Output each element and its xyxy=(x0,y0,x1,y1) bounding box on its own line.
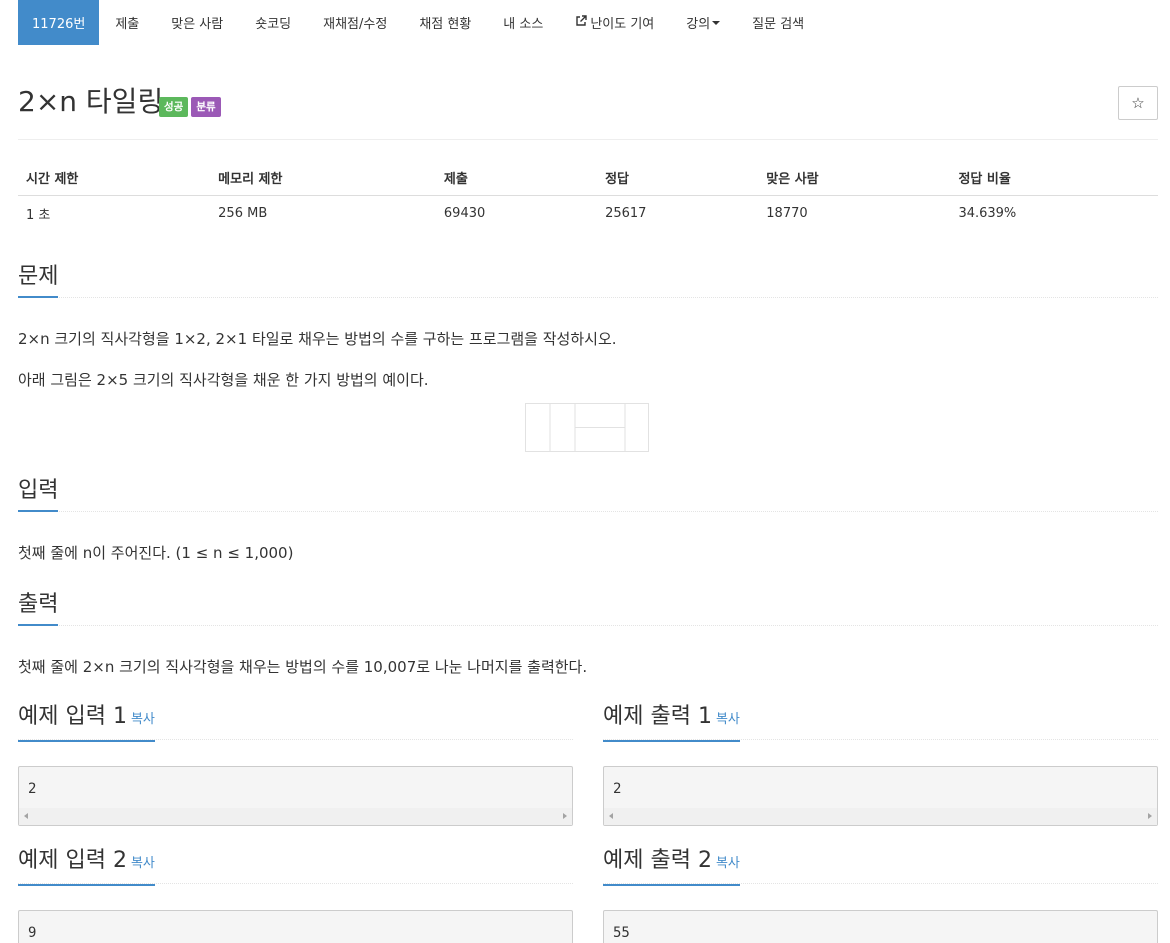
tab-submit[interactable]: 제출 xyxy=(99,0,155,45)
sample-output-1-heading: 예제 출력 1 복사 xyxy=(603,700,1158,742)
tab-question-search[interactable]: 질문 검색 xyxy=(736,0,820,45)
header-time-limit: 시간 제한 xyxy=(18,160,211,196)
horizontal-scrollbar[interactable] xyxy=(604,808,1157,825)
caret-down-icon xyxy=(712,20,721,25)
input-section-heading: 입력 xyxy=(18,476,1158,512)
sample-title: 예제 출력 1 xyxy=(603,704,712,729)
sample-output-value: 2 xyxy=(613,781,622,797)
tab-status[interactable]: 채점 현황 xyxy=(403,0,487,45)
tab-my-source[interactable]: 내 소스 xyxy=(487,0,559,45)
scroll-left-icon[interactable] xyxy=(609,813,613,819)
copy-button[interactable]: 복사 xyxy=(131,712,155,727)
tab-label: 제출 xyxy=(115,17,140,32)
section-title: 출력 xyxy=(18,590,59,626)
solved-users-value: 18770 xyxy=(766,206,808,222)
sample-input-2-box[interactable]: 9 xyxy=(18,910,573,943)
submissions-value: 69430 xyxy=(443,206,486,222)
time-limit-value: 1 초 xyxy=(26,208,51,224)
sample-input-2-heading: 예제 입력 2 복사 xyxy=(18,844,573,886)
tab-label: 난이도 기여 xyxy=(590,17,655,32)
tab-label: 채점 현황 xyxy=(419,17,472,32)
output-section-heading: 출력 xyxy=(18,590,1158,626)
header-solved-users: 맞은 사람 xyxy=(758,160,951,196)
sample-input-value: 9 xyxy=(28,925,37,941)
horizontal-scrollbar[interactable] xyxy=(19,808,572,825)
problem-menu-tabs: 11726번 제출 맞은 사람 숏코딩 재채점/수정 채점 현황 내 소스 난이… xyxy=(18,0,820,45)
tab-label: 질문 검색 xyxy=(752,17,805,32)
tab-short-coding[interactable]: 숏코딩 xyxy=(239,0,307,45)
section-title: 문제 xyxy=(18,262,59,298)
sample-input-value: 2 xyxy=(28,781,37,797)
success-badge: 성공 xyxy=(159,97,189,117)
header-accepted: 정답 xyxy=(597,160,759,196)
page-title: 2×n 타일링 xyxy=(18,85,164,118)
sample-title: 예제 입력 2 xyxy=(18,848,127,873)
tab-label: 숏코딩 xyxy=(255,17,292,32)
sample-output-value: 55 xyxy=(613,925,630,941)
header-accept-ratio: 정답 비율 xyxy=(950,160,1158,196)
scroll-right-icon[interactable] xyxy=(1148,813,1152,819)
sample-output-2-box[interactable]: 55 xyxy=(603,910,1158,943)
accepted-value: 25617 xyxy=(605,206,647,222)
sample-title: 예제 입력 1 xyxy=(18,704,127,729)
memory-limit-value: 256 MB xyxy=(218,206,268,222)
scroll-left-icon[interactable] xyxy=(24,813,28,819)
sample-title: 예제 출력 2 xyxy=(603,848,712,873)
tab-label: 내 소스 xyxy=(503,17,544,32)
tab-label: 11726번 xyxy=(32,17,86,32)
tab-label: 맞은 사람 xyxy=(171,17,224,32)
tab-difficulty[interactable]: 난이도 기여 xyxy=(559,0,670,45)
tab-problem-number[interactable]: 11726번 xyxy=(18,0,100,45)
problem-description-line-1: 2×n 크기의 직사각형을 1×2, 2×1 타일로 채우는 방법의 수를 구하… xyxy=(18,330,617,348)
header-submissions: 제출 xyxy=(435,160,598,196)
star-icon: ☆ xyxy=(1131,94,1145,112)
input-description: 첫째 줄에 n이 주어진다. (1 ≤ n ≤ 1,000) xyxy=(18,544,294,562)
tab-accepted-users[interactable]: 맞은 사람 xyxy=(155,0,239,45)
tab-label: 재채점/수정 xyxy=(323,17,388,32)
table-row: 1 초 256 MB 69430 25617 18770 34.639% xyxy=(18,196,1158,232)
table-header-row: 시간 제한 메모리 제한 제출 정답 맞은 사람 정답 비율 xyxy=(18,160,1158,196)
favorite-star-button[interactable]: ☆ xyxy=(1118,86,1158,120)
copy-button[interactable]: 복사 xyxy=(716,712,740,727)
sample-input-1-heading: 예제 입력 1 복사 xyxy=(18,700,573,742)
problem-info-table: 시간 제한 메모리 제한 제출 정답 맞은 사람 정답 비율 1 초 256 M… xyxy=(18,160,1158,232)
problem-title-row: 2×n 타일링 성공 분류 ☆ xyxy=(18,84,1158,140)
problem-labels: 성공 분류 xyxy=(159,97,221,117)
problem-section-heading: 문제 xyxy=(18,262,1158,298)
problem-description-line-2: 아래 그림은 2×5 크기의 직사각형을 채운 한 가지 방법의 예이다. xyxy=(18,371,429,389)
copy-button[interactable]: 복사 xyxy=(131,856,155,871)
copy-button[interactable]: 복사 xyxy=(716,856,740,871)
sample-output-2-heading: 예제 출력 2 복사 xyxy=(603,844,1158,886)
output-description: 첫째 줄에 2×n 크기의 직사각형을 채우는 방법의 수를 10,007로 나… xyxy=(18,658,588,676)
section-title: 입력 xyxy=(18,476,59,512)
tab-lecture-dropdown[interactable]: 강의 xyxy=(670,0,736,45)
tab-rejudge[interactable]: 재채점/수정 xyxy=(307,0,403,45)
tiling-example-figure xyxy=(525,403,649,452)
sample-input-1-box[interactable]: 2 xyxy=(18,766,573,826)
external-link-icon xyxy=(575,15,588,30)
sample-output-1-box[interactable]: 2 xyxy=(603,766,1158,826)
header-memory-limit: 메모리 제한 xyxy=(210,160,436,196)
category-badge[interactable]: 분류 xyxy=(191,97,221,117)
accept-ratio-value: 34.639% xyxy=(958,206,1017,222)
tab-label: 강의 xyxy=(686,17,711,32)
scroll-right-icon[interactable] xyxy=(563,813,567,819)
